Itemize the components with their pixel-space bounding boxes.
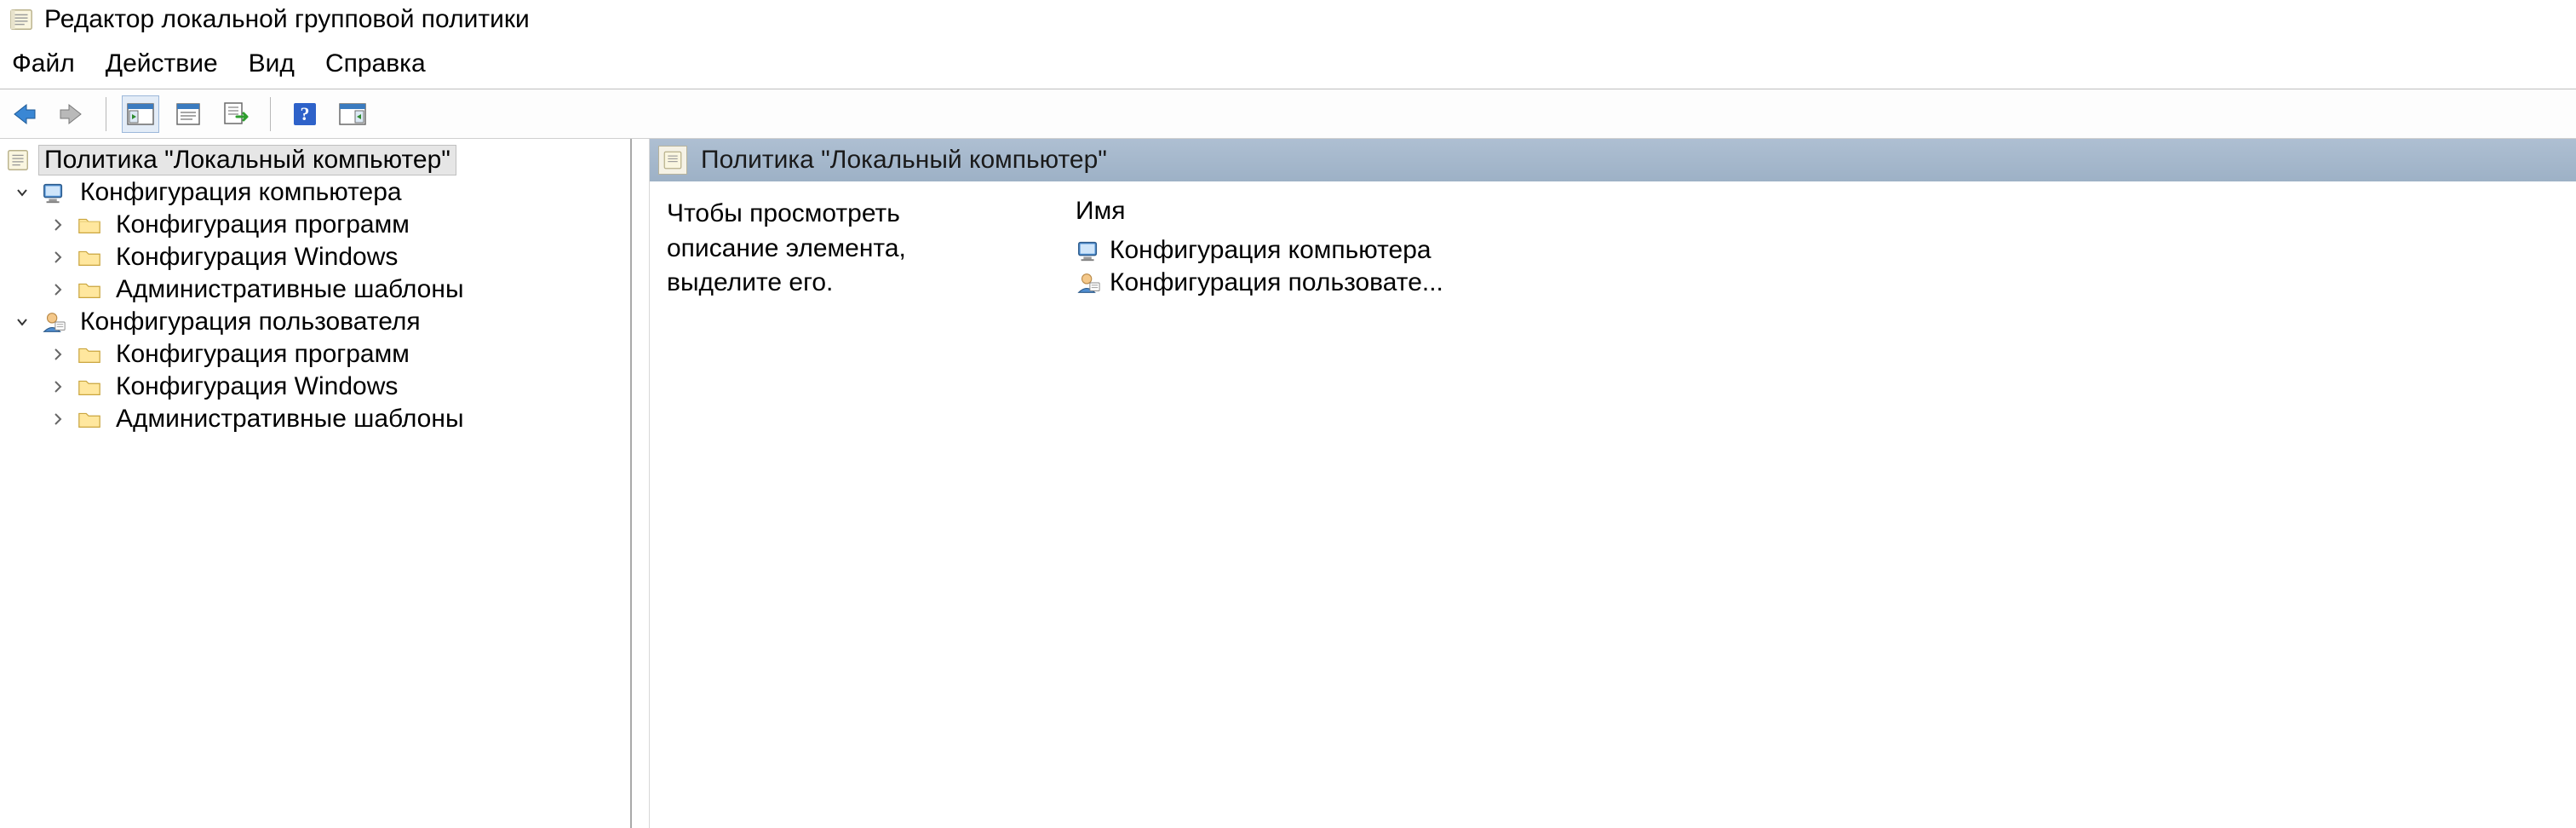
list-item-label: Конфигурация компьютера xyxy=(1110,236,1431,265)
tree-software-settings[interactable]: Конфигурация программ xyxy=(5,209,630,241)
details-header-label: Политика "Локальный компьютер" xyxy=(701,146,1107,175)
details-list: Имя Конфигурация компьютера xyxy=(1076,197,2559,301)
folder-icon xyxy=(77,406,102,432)
tree-root-label: Политика "Локальный компьютер" xyxy=(39,146,456,175)
menu-help[interactable]: Справка xyxy=(325,49,426,78)
tree-label: Административные шаблоны xyxy=(111,275,469,304)
tree-label: Конфигурация компьютера xyxy=(75,178,407,207)
export-list-button[interactable] xyxy=(217,95,255,133)
tree-label: Конфигурация Windows xyxy=(111,243,403,272)
chevron-right-icon[interactable] xyxy=(48,279,68,300)
folder-icon xyxy=(77,277,102,302)
folder-icon xyxy=(77,342,102,367)
folder-icon xyxy=(77,212,102,238)
menu-bar: Файл Действие Вид Справка xyxy=(0,43,2576,89)
tree-windows-settings-user[interactable]: Конфигурация Windows xyxy=(5,371,630,403)
user-icon xyxy=(41,309,66,335)
chevron-right-icon[interactable] xyxy=(48,377,68,397)
list-item[interactable]: Конфигурация компьютера xyxy=(1076,234,2559,267)
description-text: Чтобы просмотреть описание элемента, выд… xyxy=(667,197,999,301)
tree-label: Конфигурация программ xyxy=(111,210,415,239)
column-header-name[interactable]: Имя xyxy=(1076,197,2559,226)
menu-file[interactable]: Файл xyxy=(12,49,75,78)
menu-action[interactable]: Действие xyxy=(106,49,218,78)
main-split: Политика "Локальный компьютер" Конфигура… xyxy=(0,139,2576,828)
computer-icon xyxy=(1076,238,1101,263)
nav-back-button[interactable] xyxy=(5,95,43,133)
folder-icon xyxy=(77,374,102,400)
properties-button[interactable] xyxy=(169,95,207,133)
title-bar: Редактор локальной групповой политики xyxy=(0,0,2576,43)
list-item[interactable]: Конфигурация пользовате... xyxy=(1076,267,2559,299)
tree-software-settings-user[interactable]: Конфигурация программ xyxy=(5,338,630,371)
tree-computer-config[interactable]: Конфигурация компьютера xyxy=(5,176,630,209)
app-title: Редактор локальной групповой политики xyxy=(44,5,530,34)
details-header: Политика "Локальный компьютер" xyxy=(650,139,2576,181)
tree-label: Конфигурация программ xyxy=(111,340,415,369)
tool-bar: ? xyxy=(0,89,2576,139)
tree-root[interactable]: Политика "Локальный компьютер" xyxy=(5,144,630,176)
tree-pane: Политика "Локальный компьютер" Конфигура… xyxy=(0,139,632,828)
chevron-right-icon[interactable] xyxy=(48,247,68,267)
chevron-right-icon[interactable] xyxy=(48,344,68,365)
tree-label: Конфигурация пользователя xyxy=(75,308,426,336)
show-hide-action-pane-button[interactable] xyxy=(334,95,371,133)
toolbar-separator xyxy=(270,97,271,131)
app-icon xyxy=(9,7,34,32)
chevron-down-icon[interactable] xyxy=(12,312,32,332)
chevron-right-icon[interactable] xyxy=(48,409,68,429)
details-body: Чтобы просмотреть описание элемента, выд… xyxy=(650,181,2576,316)
tree-label: Конфигурация Windows xyxy=(111,372,403,401)
chevron-down-icon[interactable] xyxy=(12,182,32,203)
user-icon xyxy=(1076,270,1101,296)
console-tree[interactable]: Политика "Локальный компьютер" Конфигура… xyxy=(0,144,630,435)
tree-label: Административные шаблоны xyxy=(111,405,469,434)
splitter[interactable] xyxy=(632,139,649,828)
nav-forward-button[interactable] xyxy=(53,95,90,133)
svg-text:?: ? xyxy=(301,103,310,124)
folder-icon xyxy=(77,244,102,270)
tree-windows-settings[interactable]: Конфигурация Windows xyxy=(5,241,630,273)
tree-admin-templates[interactable]: Административные шаблоны xyxy=(5,273,630,306)
tree-user-config[interactable]: Конфигурация пользователя xyxy=(5,306,630,338)
menu-view[interactable]: Вид xyxy=(249,49,295,78)
help-button[interactable]: ? xyxy=(286,95,324,133)
tree-admin-templates-user[interactable]: Административные шаблоны xyxy=(5,403,630,435)
show-hide-tree-button[interactable] xyxy=(122,95,159,133)
details-pane: Политика "Локальный компьютер" Чтобы про… xyxy=(649,139,2576,828)
computer-icon xyxy=(41,180,66,205)
policy-icon xyxy=(658,146,687,175)
policy-icon xyxy=(5,147,31,173)
chevron-right-icon[interactable] xyxy=(48,215,68,235)
list-item-label: Конфигурация пользовате... xyxy=(1110,268,1443,297)
